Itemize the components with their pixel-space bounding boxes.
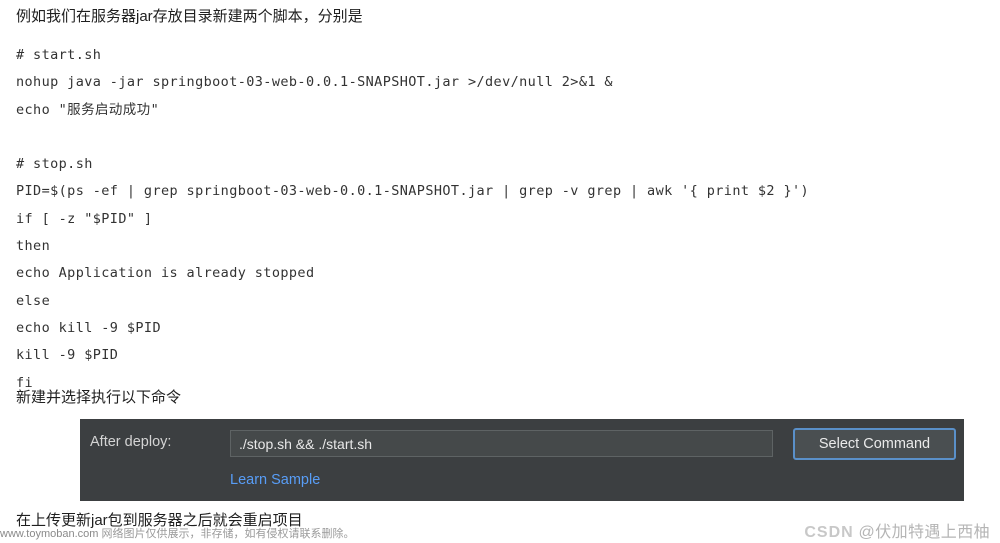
code-line: echo Application is already stopped: [16, 265, 315, 282]
watermark-right: CSDN @伏加特遇上西柚: [804, 518, 990, 542]
learn-sample-link[interactable]: Learn Sample: [230, 472, 320, 488]
code-line: kill -9 $PID: [16, 347, 119, 364]
after-deploy-command-input[interactable]: ./stop.sh && ./start.sh: [230, 430, 773, 457]
code-line: # stop.sh: [16, 156, 93, 173]
document-page: 例如我们在服务器jar存放目录新建两个脚本，分别是 # start.sh noh…: [0, 0, 1000, 543]
code-line: # start.sh: [16, 47, 102, 63]
intro-paragraph: 例如我们在服务器jar存放目录新建两个脚本，分别是: [16, 8, 363, 25]
select-command-button[interactable]: Select Command: [793, 428, 956, 460]
watermark-author: @伏加特遇上西柚: [858, 524, 990, 541]
code-line: nohup java -jar springboot-03-web-0.0.1-…: [16, 74, 613, 91]
watermark-csdn-brand: CSDN: [804, 524, 854, 541]
code-line: echo kill -9 $PID: [16, 319, 161, 336]
code-line: if [ -z "$PID" ]: [16, 210, 153, 227]
code-line: else: [16, 292, 51, 309]
code-line: PID=$(ps -ef | grep springboot-03-web-0.…: [16, 183, 810, 200]
watermark-left-domain: www.toymoban.com: [0, 528, 99, 540]
watermark-left: www.toymoban.com 网络图片仅供展示，非存储，如有侵权请联系删除。: [0, 525, 355, 541]
mid-paragraph: 新建并选择执行以下命令: [16, 389, 182, 406]
after-deploy-label: After deploy:: [90, 434, 172, 450]
code-line: echo "服务启动成功": [16, 101, 160, 118]
watermark-left-text: 网络图片仅供展示，非存储，如有侵权请联系删除。: [101, 528, 355, 540]
code-block: # start.sh nohup java -jar springboot-03…: [16, 42, 916, 397]
code-line: then: [16, 238, 51, 255]
